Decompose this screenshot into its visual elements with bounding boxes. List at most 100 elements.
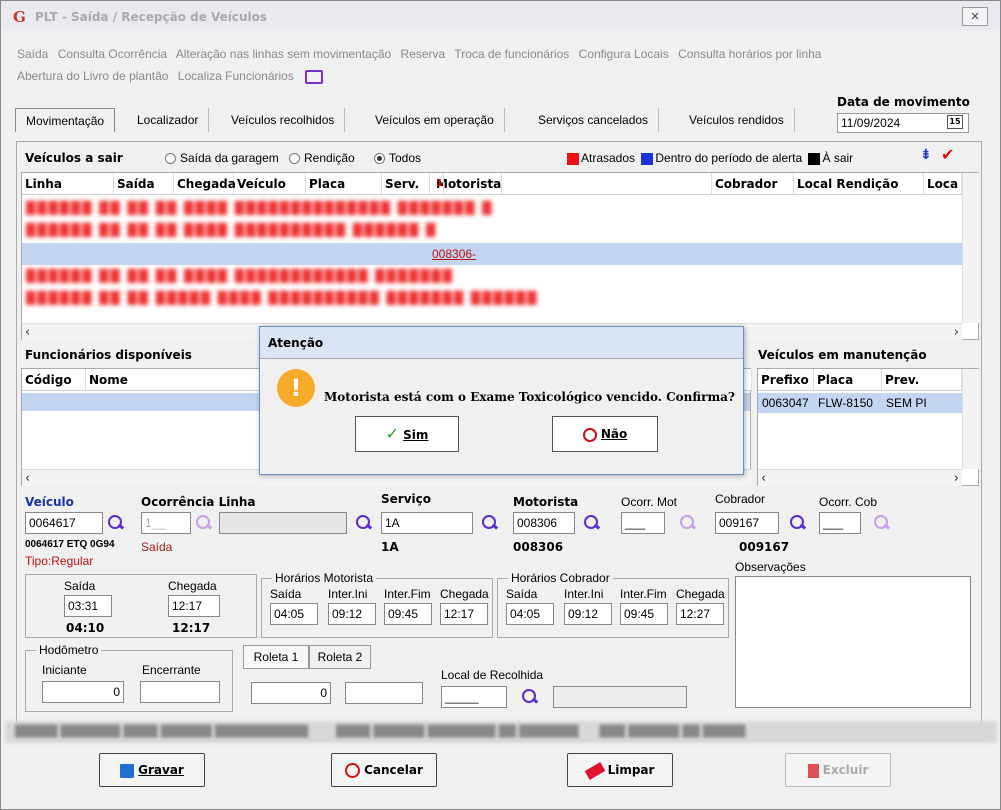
ocorr-cob-input[interactable]: ___ [819, 512, 861, 534]
table-row[interactable]: ██████ ██ ██ █████ ████ ██████████ █████… [22, 287, 978, 309]
veiculo-input[interactable]: 0064617 [25, 512, 103, 534]
col-veiculo[interactable]: Veículo [234, 173, 306, 195]
sim-button[interactable]: ✓ Sim [355, 416, 459, 452]
filter-rendicao[interactable]: Rendição [289, 151, 355, 165]
vehicles-vscroll[interactable] [962, 173, 979, 323]
hc-interfim-input[interactable]: 09:45 [620, 603, 668, 625]
col-placa-man[interactable]: Placa [814, 369, 882, 391]
hm-interini-input[interactable]: 09:12 [328, 603, 376, 625]
search-icon[interactable] [107, 514, 125, 532]
limpar-button[interactable]: Limpar [567, 753, 673, 787]
hm-chegada-input[interactable]: 12:17 [440, 603, 488, 625]
tab-veiculos-recolhidos[interactable]: Veículos recolhidos [221, 108, 346, 132]
manutencao-hscroll[interactable]: ‹ › [758, 469, 962, 486]
nao-button[interactable]: Não [552, 416, 658, 452]
search-icon[interactable] [789, 514, 807, 532]
hm-interini-label: Inter.Ini [328, 587, 368, 601]
excluir-button[interactable]: Excluir [785, 753, 891, 787]
menu-localiza-funcionarios[interactable]: Localiza Funcionários [178, 69, 294, 83]
saida-input[interactable]: 03:31 [64, 595, 112, 617]
roleta-fim-input[interactable] [345, 682, 423, 704]
menu-consulta-horarios[interactable]: Consulta horários por linha [678, 47, 821, 61]
search-icon[interactable] [679, 514, 697, 532]
hc-saida-input[interactable]: 04:05 [506, 603, 554, 625]
menu-reserva[interactable]: Reserva [401, 47, 446, 61]
search-icon[interactable] [355, 514, 373, 532]
menu-abertura-livro[interactable]: Abertura do Livro de plantão [17, 69, 168, 83]
main-window: G PLT - Saída / Recepção de Veículos ✕ S… [0, 0, 1001, 810]
filter-todos[interactable]: Todos [374, 151, 421, 165]
motorista-input[interactable]: 008306 [513, 512, 575, 534]
blue-square-icon [641, 152, 654, 165]
menu-saida[interactable]: Saída [17, 47, 48, 61]
ocorr-cob-label: Ocorr. Cob [819, 495, 878, 509]
cobrador-sub: 009167 [739, 540, 790, 554]
menu-configura-locais[interactable]: Configura Locais [579, 47, 669, 61]
col-codigo[interactable]: Código [22, 369, 86, 391]
col-local-rendicao[interactable]: Local Rendição [794, 173, 924, 195]
search-icon[interactable] [521, 688, 539, 706]
col-chegada[interactable]: Chegada [174, 173, 236, 195]
col-saida[interactable]: Saída [114, 173, 174, 195]
menu-troca-funcionarios[interactable]: Troca de funcionários [454, 47, 569, 61]
app-logo: G [13, 8, 26, 26]
obs-label: Observações [735, 560, 806, 574]
manutencao-vscroll[interactable] [962, 369, 979, 469]
search-icon[interactable] [195, 514, 213, 532]
table-row[interactable]: ██████ ██ ██ ██ ████ ██████████ ██████ █ [22, 219, 978, 241]
manutencao-grid[interactable]: Prefixo Placa Prev. 0063047 FLW-8150 SEM… [757, 368, 979, 486]
obs-textarea[interactable] [735, 576, 971, 708]
vehicles-grid[interactable]: Linha Saída Chegada Veículo Placa Serv. … [21, 172, 979, 340]
tab-movimentacao[interactable]: Movimentação [15, 108, 116, 132]
tab-veiculos-rendidos[interactable]: Veículos rendidos [679, 108, 795, 132]
servico-input[interactable]: 1A [381, 512, 473, 534]
tab-localizador[interactable]: Localizador [127, 108, 210, 132]
search-icon[interactable] [481, 514, 499, 532]
close-button[interactable]: ✕ [962, 7, 988, 26]
search-icon[interactable] [583, 514, 601, 532]
col-prev[interactable]: Prev. [882, 369, 962, 391]
menu-consulta-ocorrencia[interactable]: Consulta Ocorrência [58, 47, 167, 61]
gravar-button[interactable]: Gravar [99, 753, 205, 787]
col-linha[interactable]: Linha [22, 173, 114, 195]
col-local[interactable]: Loca [924, 173, 962, 195]
hm-saida-label: Saída [270, 587, 302, 601]
col-prefixo[interactable]: Prefixo [758, 369, 814, 391]
encerrante-input[interactable] [140, 681, 220, 703]
hc-chegada-label: Chegada [676, 587, 725, 601]
cancelar-button[interactable]: Cancelar [331, 753, 437, 787]
filter-down-icon[interactable]: ⇟ [920, 147, 932, 163]
chegada-input[interactable]: 12:17 [168, 595, 220, 617]
table-row-selected[interactable]: 0063047 FLW-8150 SEM PI [758, 393, 978, 413]
chat-icon[interactable] [305, 69, 324, 84]
hm-saida-input[interactable]: 04:05 [270, 603, 318, 625]
ocorr-mot-input[interactable]: ___ [621, 512, 665, 534]
hc-interini-input[interactable]: 09:12 [564, 603, 612, 625]
roleta2-button[interactable]: Roleta 2 [309, 645, 371, 669]
cobrador-input[interactable]: 009167 [715, 512, 779, 534]
roleta1-button[interactable]: Roleta 1 [243, 645, 309, 669]
col-cobrador[interactable]: Cobrador [712, 173, 794, 195]
iniciante-input[interactable]: 0 [42, 681, 124, 703]
filter-saida-garagem[interactable]: Saída da garagem [165, 151, 279, 165]
iniciante-label: Iniciante [42, 663, 87, 677]
table-row[interactable]: ██████ ██ ██ ██ ████ ████████████ ██████… [22, 265, 978, 287]
roleta-ini-input[interactable]: 0 [251, 682, 331, 704]
search-icon[interactable] [873, 514, 891, 532]
table-row[interactable]: ██████ ██ ██ ██ ████ ██████████████ ████… [22, 197, 978, 219]
menu-alteracao-linhas[interactable]: Alteração nas linhas sem movimentação [176, 47, 391, 61]
local-input[interactable]: _____ [441, 686, 507, 708]
trash-icon [807, 763, 819, 778]
table-row-selected[interactable]: 008306- [22, 243, 978, 265]
hm-interfim-input[interactable]: 09:45 [384, 603, 432, 625]
col-serv[interactable]: Serv. [382, 173, 430, 195]
hc-title: Horários Cobrador [508, 571, 613, 585]
col-motorista[interactable]: Motorista 1 [430, 173, 712, 195]
calendar-icon[interactable]: 15 [947, 115, 963, 129]
tab-veiculos-operacao[interactable]: Veículos em operação [365, 108, 505, 132]
col-placa[interactable]: Placa [306, 173, 382, 195]
tab-servicos-cancelados[interactable]: Serviços cancelados [528, 108, 660, 132]
ocorrencia-input[interactable]: 1__ [141, 512, 191, 534]
hc-chegada-input[interactable]: 12:27 [676, 603, 724, 625]
check-icon[interactable]: ✔ [941, 145, 954, 164]
